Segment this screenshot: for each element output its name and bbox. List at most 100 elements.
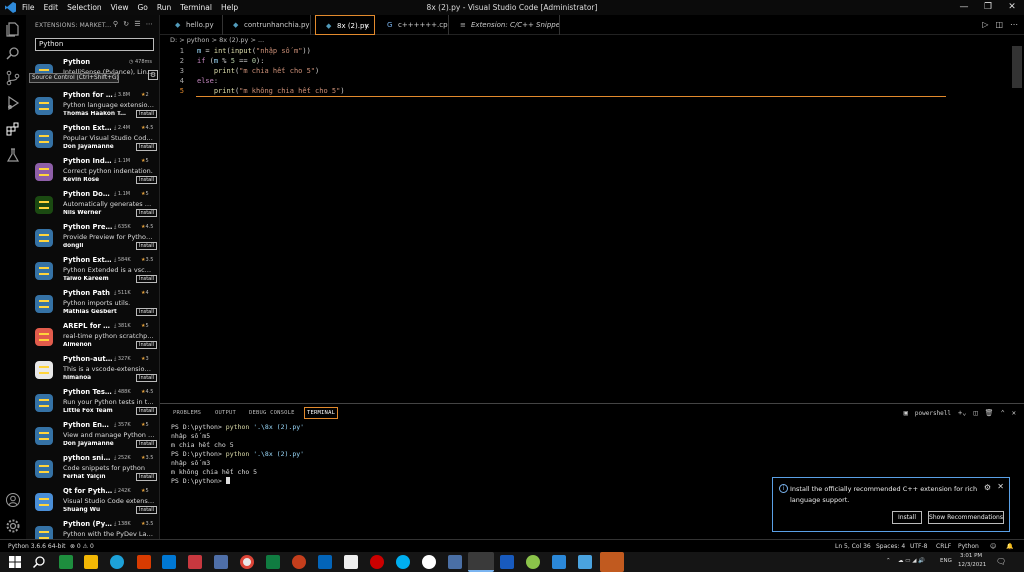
tab-extension-cpp-snippets[interactable]: ≡ Extension: C/C++ Snippets	[450, 15, 560, 35]
notifications-bell-icon[interactable]: 🔔	[1006, 543, 1013, 550]
extension-item[interactable]: Python Path ⤓ 511K ★4 Python imports utils.…	[32, 289, 157, 322]
language-indicator[interactable]: ENG	[940, 558, 952, 564]
encoding[interactable]: UTF-8	[910, 543, 928, 550]
extensions-icon[interactable]	[5, 121, 21, 137]
app-icon[interactable]	[578, 555, 592, 569]
close-icon[interactable]: ✕	[1000, 0, 1024, 15]
tab-output[interactable]: OUTPUT	[215, 410, 236, 416]
maximize-panel-icon[interactable]: ⌃	[1001, 409, 1005, 417]
new-terminal-icon[interactable]: +⌄	[958, 409, 966, 417]
feedback-icon[interactable]: ☺	[990, 543, 996, 550]
app-icon[interactable]	[526, 555, 540, 569]
install-button[interactable]: Install	[136, 242, 157, 250]
extension-item[interactable]: Python-auto... ⤓ 327K ★3 This is a vscode-e…	[32, 355, 157, 388]
terminal-prompt[interactable]: PS D:\python>	[171, 477, 230, 485]
extension-item[interactable]: Qt for Python ⤓ 242K ★5 Visual Studio Code …	[32, 487, 157, 520]
restore-icon[interactable]: ❐	[976, 0, 1000, 15]
install-button[interactable]: Install	[136, 308, 157, 316]
extension-item[interactable]: Python Prev... ⤓ 635K ★4.5 Provide Preview …	[32, 223, 157, 256]
extension-item[interactable]: Python Exte... ⤓ 584K ★3.5 Python Extended …	[32, 256, 157, 289]
app-icon[interactable]	[552, 555, 566, 569]
app-icon[interactable]	[188, 555, 202, 569]
tray-icons[interactable]: ☁ ▭ ◢ 🔊	[898, 558, 925, 564]
language-mode[interactable]: Python	[958, 543, 979, 550]
install-button[interactable]: Install	[892, 511, 922, 524]
app-icon[interactable]	[422, 555, 436, 569]
close-panel-icon[interactable]: ✕	[1012, 409, 1016, 417]
install-button[interactable]: Install	[136, 143, 157, 151]
app-icon[interactable]	[137, 555, 151, 569]
windows-start-icon[interactable]	[8, 555, 22, 569]
edge-icon[interactable]	[110, 555, 124, 569]
app-icon[interactable]	[370, 555, 384, 569]
kill-terminal-icon[interactable]: 🗑	[985, 409, 994, 417]
shell-selector[interactable]: powershell	[915, 410, 951, 417]
cursor-position[interactable]: Ln 5, Col 36	[835, 543, 871, 550]
search-icon[interactable]	[5, 45, 21, 61]
source-control-icon[interactable]	[5, 70, 21, 86]
minimize-icon[interactable]: —	[952, 0, 976, 15]
chrome-icon[interactable]	[240, 555, 254, 569]
powerpoint-icon[interactable]	[292, 555, 306, 569]
menu-terminal[interactable]: Terminal	[180, 3, 212, 12]
show-recommendations-button[interactable]: Show Recommendations	[928, 511, 1004, 524]
tab-debug-console[interactable]: DEBUG CONSOLE	[249, 410, 295, 416]
clear-icon[interactable]: ☰	[134, 20, 140, 28]
install-button[interactable]: Install	[136, 506, 157, 514]
menu-file[interactable]: File	[22, 3, 35, 12]
action-center-icon[interactable]: 🗨	[996, 557, 1006, 566]
skype-icon[interactable]	[396, 555, 410, 569]
app-icon[interactable]	[59, 555, 73, 569]
menu-edit[interactable]: Edit	[44, 3, 59, 12]
install-button[interactable]: Install	[136, 407, 157, 415]
notification-close-icon[interactable]: ✕	[997, 482, 1004, 491]
more-actions-icon[interactable]: ⋯	[146, 20, 153, 28]
python-interpreter[interactable]: Python 3.6.6 64-bit	[8, 543, 66, 550]
install-button[interactable]: Install	[136, 176, 157, 184]
extension-item[interactable]: Python for V... ⤓ 3.8M ★2 Python language e…	[32, 91, 157, 124]
menu-run[interactable]: Run	[157, 3, 171, 12]
clock-time[interactable]: 3:01 PM	[960, 553, 982, 559]
tray-chevron-icon[interactable]: ⌃	[886, 558, 891, 564]
excel-icon[interactable]	[266, 555, 280, 569]
breadcrumb[interactable]: D: > python > 8x (2).py > ...	[170, 36, 264, 46]
account-icon[interactable]	[5, 492, 21, 508]
extension-item[interactable]: Python Indent ⤓ 1.1M ★5 Correct python inde…	[32, 157, 157, 190]
app-icon[interactable]	[344, 555, 358, 569]
extension-item[interactable]: AREPL for pyt...⤓ 381K ★5 real-time python…	[32, 322, 157, 355]
clock-date[interactable]: 12/3/2021	[958, 562, 986, 568]
menu-help[interactable]: Help	[221, 3, 238, 12]
outlook-icon[interactable]	[318, 555, 332, 569]
extension-search-input[interactable]: Python	[35, 38, 154, 51]
tab-terminal[interactable]: TERMINAL	[304, 407, 339, 419]
tab-contrunhanchia-py[interactable]: ◆ contrunhanchia.py	[223, 15, 311, 35]
testing-icon[interactable]	[5, 147, 21, 163]
code-editor[interactable]: 1 2 3 4 5 m = int(input("nhập số m")) if…	[160, 46, 1024, 403]
manage-gear-icon[interactable]: ⚙	[148, 70, 158, 80]
menu-view[interactable]: View	[111, 3, 129, 12]
install-button[interactable]: Install	[136, 374, 157, 382]
notification-settings-icon[interactable]: ⚙	[984, 483, 991, 492]
install-button[interactable]: Install	[136, 275, 157, 283]
install-button[interactable]: Install	[136, 110, 157, 118]
tab-close-icon[interactable]: ×	[364, 16, 370, 34]
tab-8x-2-py[interactable]: ◆ 8x (2).py ×	[315, 15, 375, 35]
tab-hello-py[interactable]: ◆ hello.py	[165, 15, 223, 35]
extension-item[interactable]: python snip... ⤓ 252K ★3.5 Code snippets fo…	[32, 454, 157, 487]
refresh-icon[interactable]: ↻	[123, 20, 129, 28]
extension-item[interactable]: Python Exte... ⤓ 2.4M ★4.5 Popular Visual S…	[32, 124, 157, 157]
install-button[interactable]: Install	[136, 473, 157, 481]
tab-cpp[interactable]: Gc++++++.cpp	[377, 15, 449, 35]
extension-item[interactable]: Python (PyD... ⤓ 138K ★3.5 Python with the …	[32, 520, 157, 539]
settings-gear-icon[interactable]	[5, 518, 21, 534]
explorer-icon[interactable]	[5, 21, 21, 37]
extension-item[interactable]: Python Test ... ⤓ 488K ★4.5 Run your Python…	[32, 388, 157, 421]
app-icon[interactable]	[600, 552, 624, 572]
minimap-slider[interactable]	[1012, 46, 1022, 88]
line-ending[interactable]: CRLF	[936, 543, 951, 550]
app-icon[interactable]	[214, 555, 228, 569]
menu-go[interactable]: Go	[137, 3, 147, 12]
install-button[interactable]: Install	[136, 341, 157, 349]
install-button[interactable]: Install	[136, 440, 157, 448]
split-editor-icon[interactable]: ◫	[995, 20, 1003, 29]
